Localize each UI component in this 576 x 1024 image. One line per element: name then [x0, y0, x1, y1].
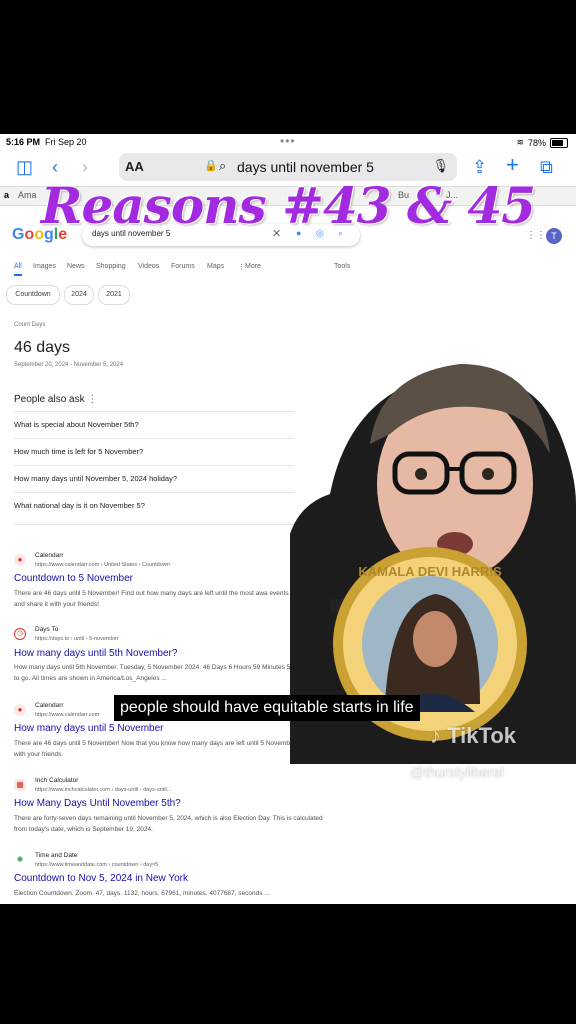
- result-description: There are 46 days until 5 November! Now …: [14, 740, 321, 758]
- result-crumb[interactable]: https://www.inchcalculator.com › days-un…: [35, 787, 171, 793]
- result-title[interactable]: Countdown to 5 November: [14, 573, 133, 584]
- new-tab-icon[interactable]: +: [506, 154, 519, 176]
- wifi-icon: ≋: [516, 137, 524, 147]
- ipad-screen: 5:16 PM Fri Sep 20 ••• ≋ 78% ◫ ‹ › AA 🔒 …: [0, 134, 576, 904]
- tab-tools[interactable]: Tools: [334, 263, 350, 270]
- microphone-icon[interactable]: 🎙: [432, 158, 449, 174]
- forward-icon[interactable]: ›: [82, 157, 88, 177]
- url-text[interactable]: days until november 5: [237, 159, 374, 175]
- result-crumb[interactable]: https://days.to › until › 5-november: [35, 636, 118, 642]
- multitask-dots[interactable]: •••: [280, 134, 296, 148]
- tab-maps[interactable]: Maps: [207, 263, 224, 270]
- result-crumb[interactable]: https://www.calendarr.com: [35, 712, 99, 718]
- result-crumb[interactable]: https://www.calendarr.com › United State…: [35, 562, 170, 568]
- badge-text: KAMALA DEVI HARRIS: [358, 564, 502, 579]
- tabs-icon[interactable]: ⧉: [540, 157, 553, 177]
- tab-all[interactable]: All: [14, 263, 22, 270]
- divider: [14, 465, 294, 466]
- tab-videos[interactable]: Videos: [138, 263, 159, 270]
- divider: [14, 524, 294, 525]
- paa-item[interactable]: What national day is it on November 5?: [14, 501, 314, 510]
- search-icon: ⌕: [219, 158, 227, 173]
- result-description: There are forty-seven days remaining unt…: [14, 815, 323, 833]
- divider: [14, 492, 294, 493]
- result-title[interactable]: How many days until 5 November: [14, 723, 164, 734]
- result-title[interactable]: How Many Days Until November 5th?: [14, 798, 181, 809]
- paa-item[interactable]: How much time is left for 5 November?: [14, 447, 314, 456]
- caption: people should have equitable starts in l…: [114, 695, 420, 721]
- clock-icon: ◷: [14, 628, 26, 640]
- video-title-overlay: Reasons #43 & 45: [40, 176, 536, 235]
- count-label: Count Days: [14, 322, 46, 328]
- result-site[interactable]: Days To: [35, 626, 58, 633]
- result-site[interactable]: Inch Calculator: [35, 777, 78, 784]
- text-size-button[interactable]: AA: [125, 159, 144, 174]
- timeanddate-favicon: ✺: [14, 854, 26, 866]
- battery-percent: 78%: [527, 137, 546, 148]
- count-range: September 20, 2024 - November 5, 2024: [14, 362, 124, 368]
- result-title[interactable]: Countdown to Nov 5, 2024 in New York: [14, 873, 188, 884]
- lock-icon: 🔒: [204, 160, 218, 172]
- back-icon[interactable]: ‹: [52, 157, 58, 177]
- tiktok-logo: ♪ TikTok: [430, 723, 516, 748]
- result-description: Election Countdown. Zoom. 47, days. 1132…: [14, 890, 270, 897]
- divider: [14, 438, 294, 439]
- tab-news[interactable]: News: [67, 263, 85, 270]
- result-site[interactable]: Calendarr: [35, 702, 64, 709]
- tiktok-icon: ♪: [430, 723, 441, 748]
- result-description: There are 46 days until 5 November! Find…: [14, 590, 322, 608]
- result-title[interactable]: How many days until 5th November?: [14, 648, 177, 659]
- chip-2021[interactable]: 2021: [98, 285, 130, 305]
- tab-more[interactable]: ⋮ More: [238, 263, 261, 271]
- more-options-icon: ⋮: [87, 394, 98, 405]
- result-crumb[interactable]: https://www.timeanddate.com › countdown …: [35, 862, 158, 868]
- calendarr-favicon: ●: [14, 704, 26, 716]
- chip-2024[interactable]: 2024: [64, 285, 94, 305]
- chip-countdown[interactable]: Countdown: [6, 285, 60, 305]
- paa-title: People also ask ⋮: [14, 394, 98, 405]
- battery-icon: [550, 137, 568, 148]
- status-bar: 5:16 PM Fri Sep 20 ••• ≋ 78%: [0, 134, 576, 150]
- tiktok-handle: @thurstyliberal: [410, 764, 504, 780]
- paa-item[interactable]: What is special about November 5th?: [14, 420, 314, 429]
- divider: [14, 411, 294, 412]
- sidebar-icon[interactable]: ◫: [16, 157, 33, 177]
- tab-forums[interactable]: Forums: [171, 263, 195, 270]
- result-site[interactable]: Time and Date: [35, 852, 77, 859]
- calculator-icon: ▦: [14, 779, 26, 791]
- count-value: 46 days: [14, 339, 71, 356]
- tab-images[interactable]: Images: [33, 263, 56, 270]
- calendarr-favicon: ●: [14, 554, 26, 566]
- active-tab-indicator: [14, 274, 22, 276]
- paa-item[interactable]: How many days until November 5, 2024 hol…: [14, 474, 314, 483]
- result-site[interactable]: Calendarr: [35, 552, 64, 559]
- share-icon[interactable]: ⇪: [472, 157, 487, 177]
- status-time: 5:16 PM Fri Sep 20: [6, 137, 87, 147]
- result-description: How many days until 5th November. Tuesda…: [14, 664, 323, 682]
- tab-shopping[interactable]: Shopping: [96, 263, 126, 270]
- status-right: ≋ 78%: [516, 137, 568, 148]
